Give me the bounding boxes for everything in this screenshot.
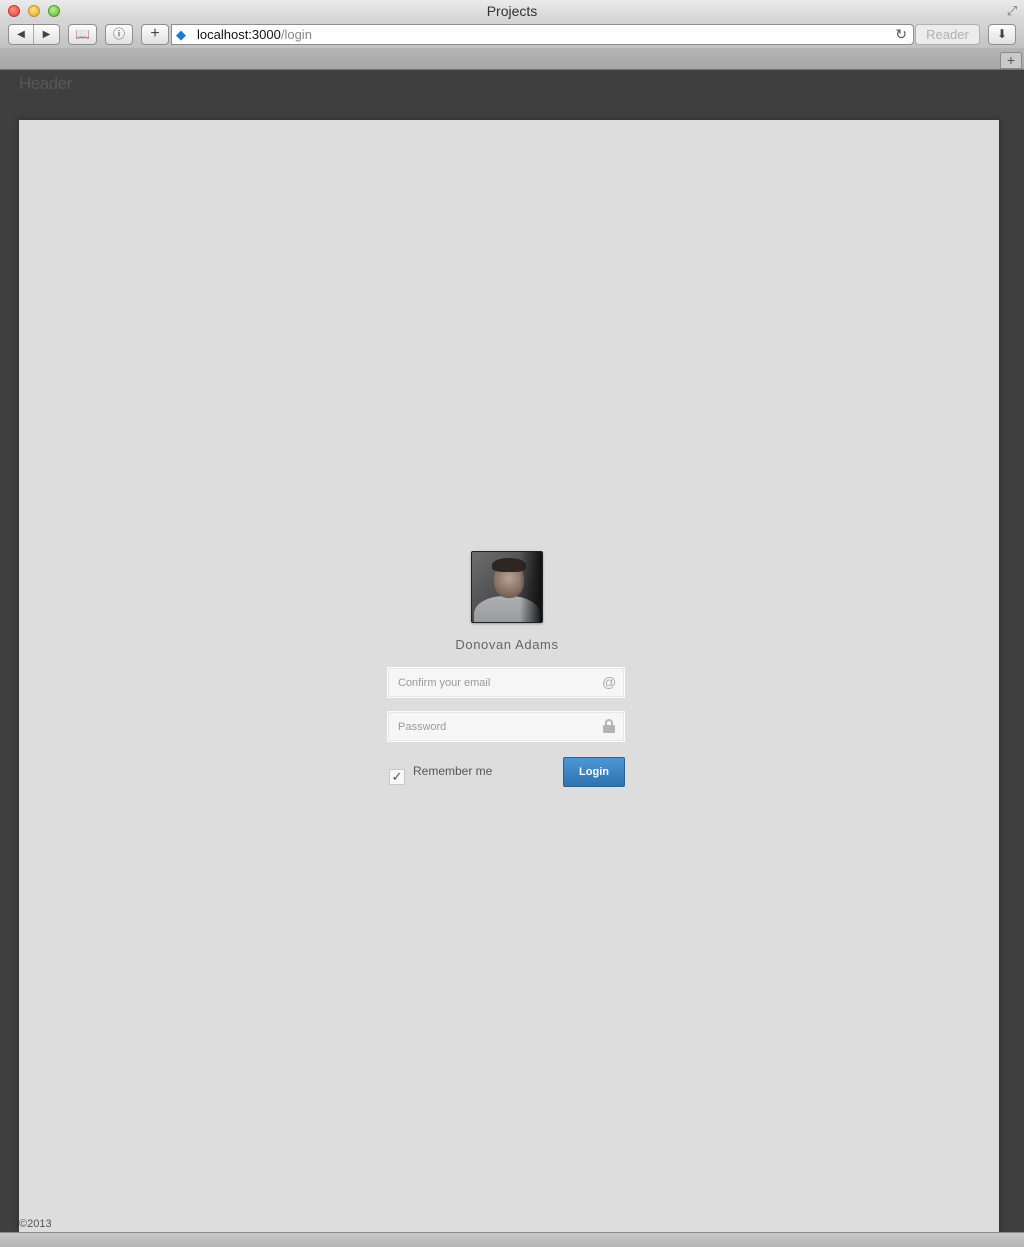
url-host: localhost:3000 <box>197 27 281 42</box>
window-close-button[interactable] <box>8 5 20 17</box>
at-sign-icon: @ <box>602 674 617 690</box>
browser-toolbar: ◀ ▶ 📖 ⓘ + ◆ localhost:3000/login ↻ Reade… <box>0 22 1024 48</box>
remember-me-checkbox[interactable]: ✓ <box>389 769 405 785</box>
site-favicon-icon: ◆ <box>176 27 186 42</box>
footer-copyright: ©2013 <box>19 1218 52 1230</box>
add-bookmark-button[interactable]: + <box>141 24 169 45</box>
page-viewport: Header Donovan Adams @ ✓ Remember m <box>0 71 1024 1232</box>
bookmarks-button[interactable]: 📖 <box>68 24 97 45</box>
remember-me-label[interactable]: Remember me <box>413 764 492 778</box>
user-name: Donovan Adams <box>455 637 559 652</box>
page-header: Header <box>19 74 72 93</box>
reload-icon[interactable]: ↻ <box>895 25 907 44</box>
plus-icon: + <box>150 25 160 42</box>
fullscreen-icon[interactable]: ⤢ <box>1005 4 1019 18</box>
avatar <box>471 551 543 623</box>
window-title: Projects <box>486 3 538 19</box>
email-input[interactable] <box>388 668 598 697</box>
navigation-buttons: ◀ ▶ <box>8 24 60 45</box>
content-panel: Donovan Adams @ ✓ Remember me Login ©201… <box>19 120 999 1232</box>
info-icon: ⓘ <box>112 27 125 41</box>
book-icon: 📖 <box>75 27 90 41</box>
lock-icon <box>602 718 616 734</box>
password-input[interactable] <box>388 712 598 741</box>
reader-button[interactable]: Reader <box>915 24 980 45</box>
tab-strip: + <box>0 48 1024 70</box>
address-bar[interactable]: ◆ localhost:3000/login ↻ <box>171 24 914 45</box>
url-text[interactable]: localhost:3000/login <box>197 25 312 44</box>
email-field[interactable]: @ <box>387 667 625 698</box>
window-minimize-button[interactable] <box>28 5 40 17</box>
window-zoom-button[interactable] <box>48 5 60 17</box>
downloads-button[interactable]: ⬇ <box>988 24 1016 45</box>
page-info-button[interactable]: ⓘ <box>105 24 133 45</box>
forward-button[interactable]: ▶ <box>34 25 59 44</box>
back-button[interactable]: ◀ <box>9 25 34 44</box>
window-titlebar: Projects ⤢ <box>0 0 1024 22</box>
password-field[interactable] <box>387 711 625 742</box>
download-icon: ⬇ <box>996 27 1008 41</box>
login-button[interactable]: Login <box>563 757 625 787</box>
window-bottom-bar <box>0 1232 1024 1247</box>
new-tab-button[interactable]: + <box>1000 52 1022 69</box>
url-path: /login <box>280 27 312 42</box>
